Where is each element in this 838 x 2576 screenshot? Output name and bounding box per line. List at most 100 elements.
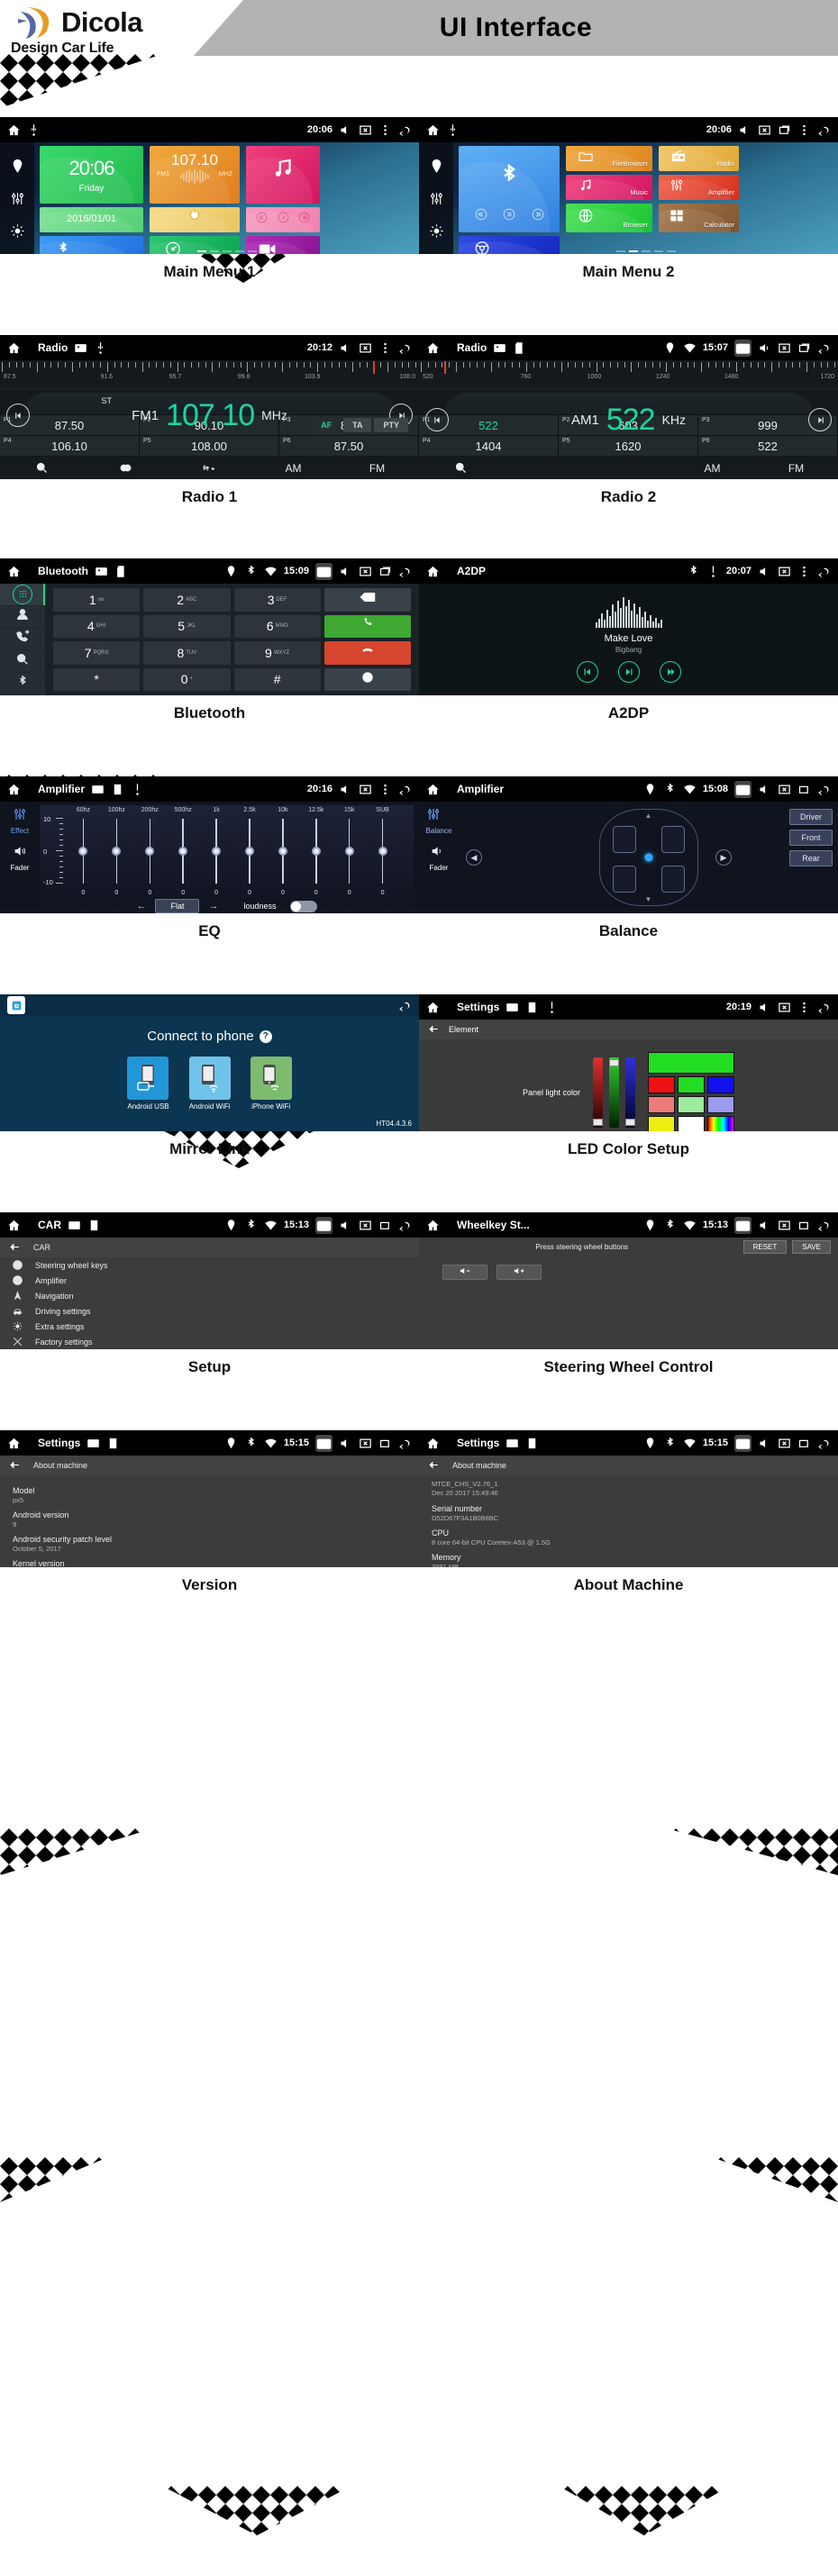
play-icon[interactable] bbox=[278, 212, 289, 228]
location-pin-icon[interactable] bbox=[10, 159, 25, 174]
screen-a2dp[interactable]: A2DP 20:07 Make Love Bigbang bbox=[419, 558, 838, 695]
volume-icon[interactable] bbox=[339, 1437, 352, 1450]
next-button[interactable] bbox=[659, 660, 681, 683]
home-icon[interactable] bbox=[7, 1437, 21, 1450]
back-icon[interactable] bbox=[398, 1437, 412, 1450]
search-button[interactable] bbox=[419, 461, 503, 475]
recents-icon[interactable] bbox=[797, 341, 811, 355]
tile-browser[interactable]: Browser bbox=[566, 204, 652, 232]
tile-video[interactable]: Video bbox=[246, 236, 320, 254]
overflow-menu-icon[interactable] bbox=[797, 1001, 811, 1014]
eq-tab-fader[interactable]: Fader bbox=[11, 844, 29, 872]
setup-item-extra-settings[interactable]: Extra settings bbox=[0, 1319, 419, 1334]
seek-down-button[interactable] bbox=[6, 404, 30, 427]
screen-bluetooth[interactable]: Bluetooth 15:09 1 oo 2 ABC 3 DEF 4 GHI 5… bbox=[0, 558, 419, 695]
overflow-menu-icon[interactable] bbox=[797, 565, 811, 578]
preset-front[interactable]: Front bbox=[789, 830, 833, 846]
play-pause-button[interactable] bbox=[617, 660, 640, 683]
volume-icon[interactable] bbox=[339, 123, 352, 137]
rail-contacts[interactable] bbox=[0, 606, 45, 629]
tile-amplifier[interactable]: Amplifier bbox=[659, 175, 739, 200]
tile-music[interactable]: Music bbox=[566, 175, 652, 200]
search-button[interactable] bbox=[0, 461, 84, 475]
key-6[interactable]: 6 MNO bbox=[233, 614, 321, 638]
eq-slider[interactable] bbox=[266, 813, 299, 889]
swc-key-volume-down[interactable] bbox=[442, 1265, 487, 1280]
transfer-button[interactable] bbox=[323, 667, 411, 691]
fm-button[interactable]: FM bbox=[754, 462, 838, 475]
volume-icon[interactable] bbox=[758, 1219, 771, 1232]
eq-slider[interactable] bbox=[332, 813, 366, 889]
tile-bluetooth[interactable]: Bluetooth bbox=[40, 236, 143, 254]
home-icon[interactable] bbox=[7, 1219, 21, 1232]
red-slider[interactable] bbox=[593, 1057, 604, 1128]
rail-search[interactable] bbox=[0, 650, 45, 674]
screen-balance[interactable]: Amplifier 15:08 Balance Fader ▲ ▼ ◀ ▶ Dr… bbox=[419, 776, 838, 913]
reset-button[interactable]: RESET bbox=[742, 1239, 788, 1254]
home-icon[interactable] bbox=[7, 123, 21, 137]
preset-button[interactable]: P6 522 bbox=[697, 435, 838, 456]
screenshot-icon[interactable] bbox=[315, 1216, 332, 1234]
screen-about-machine[interactable]: Settings 15:15 About machine MTCE_CHS_V2 bbox=[419, 1430, 838, 1567]
setup-item-navigation[interactable]: Navigation bbox=[0, 1288, 419, 1303]
sliders-icon[interactable] bbox=[429, 191, 444, 206]
close-app-icon[interactable] bbox=[758, 123, 771, 137]
volume-icon[interactable] bbox=[339, 1219, 352, 1232]
eq-slider[interactable] bbox=[366, 813, 399, 889]
screenshot-icon[interactable] bbox=[734, 1216, 751, 1234]
close-app-icon[interactable] bbox=[359, 1437, 372, 1450]
tab-balance[interactable]: Balance bbox=[426, 807, 451, 835]
key-0[interactable]: 0 + bbox=[143, 667, 231, 691]
option-android-usb[interactable]: Android USB bbox=[127, 1057, 169, 1111]
back-icon[interactable] bbox=[398, 341, 412, 355]
rail-call-history[interactable] bbox=[0, 629, 45, 651]
close-app-icon[interactable] bbox=[359, 1219, 372, 1232]
fm-button[interactable]: FM bbox=[335, 462, 419, 475]
eq-slider[interactable] bbox=[67, 813, 100, 889]
preset-driver[interactable]: Driver bbox=[789, 809, 833, 825]
back-icon[interactable] bbox=[398, 123, 412, 137]
preset-next-button[interactable]: → bbox=[208, 901, 218, 912]
ta-button[interactable]: TA bbox=[343, 418, 372, 432]
volume-icon[interactable] bbox=[758, 1437, 771, 1450]
save-button[interactable]: SAVE bbox=[792, 1239, 831, 1254]
home-icon[interactable] bbox=[426, 1219, 440, 1232]
tile-radio[interactable]: Radio bbox=[659, 146, 739, 171]
setup-item-factory-settings[interactable]: Factory settings bbox=[0, 1334, 419, 1349]
tile-filebrowser[interactable]: FileBrowser bbox=[566, 146, 652, 171]
back-icon[interactable] bbox=[817, 341, 831, 355]
back-arrow-icon[interactable] bbox=[9, 1459, 21, 1473]
back-icon[interactable] bbox=[817, 1219, 831, 1232]
setup-item-amplifier[interactable]: Amplifier bbox=[0, 1273, 419, 1288]
home-icon[interactable] bbox=[426, 565, 440, 578]
home-icon[interactable] bbox=[426, 1437, 440, 1450]
tile-wheelkey[interactable]: Wheelkey S.. bbox=[459, 236, 560, 254]
close-app-icon[interactable] bbox=[778, 341, 791, 355]
volume-icon[interactable] bbox=[758, 783, 771, 796]
volume-icon[interactable] bbox=[758, 1001, 771, 1014]
home-icon[interactable] bbox=[7, 565, 21, 578]
key-3[interactable]: 3 DEF bbox=[233, 588, 321, 612]
key-4[interactable]: 4 GHI bbox=[53, 614, 141, 638]
swatch-green[interactable] bbox=[678, 1076, 706, 1093]
preset-button[interactable]: P6 87.50 bbox=[278, 435, 419, 456]
hangup-button[interactable] bbox=[323, 641, 411, 665]
screenshot-icon[interactable] bbox=[734, 1434, 751, 1452]
tile-calculator[interactable]: Calculator bbox=[659, 204, 739, 232]
screen-radio-2[interactable]: Radio 15:07 520 760 1000 1240 1480 1720 … bbox=[419, 335, 838, 479]
recents-icon[interactable] bbox=[378, 565, 392, 578]
back-icon[interactable] bbox=[398, 1219, 412, 1232]
screen-led[interactable]: Settings 20:19 Element Panel light color bbox=[419, 994, 838, 1131]
option-iphone-wifi[interactable]: iPhone WiFi bbox=[250, 1057, 292, 1111]
preset-button[interactable]: P5 1620 bbox=[558, 435, 698, 456]
key-8[interactable]: 8 TUV bbox=[143, 641, 231, 665]
screen-eq[interactable]: Amplifier 20:16 Effect Fader 60hz 100hz … bbox=[0, 776, 419, 913]
seek-up-button[interactable] bbox=[808, 408, 832, 431]
screen-main-menu-1[interactable]: 20:06 20:06 Friday 107.10 FM1 MHZ 2016/0… bbox=[0, 117, 419, 254]
eq-slider[interactable] bbox=[167, 813, 200, 889]
recents-icon[interactable] bbox=[797, 1219, 811, 1232]
volume-icon[interactable] bbox=[758, 565, 771, 578]
swatch-rainbow[interactable] bbox=[707, 1116, 735, 1131]
tile-power[interactable] bbox=[150, 207, 240, 232]
back-arrow-icon[interactable] bbox=[428, 1459, 440, 1473]
